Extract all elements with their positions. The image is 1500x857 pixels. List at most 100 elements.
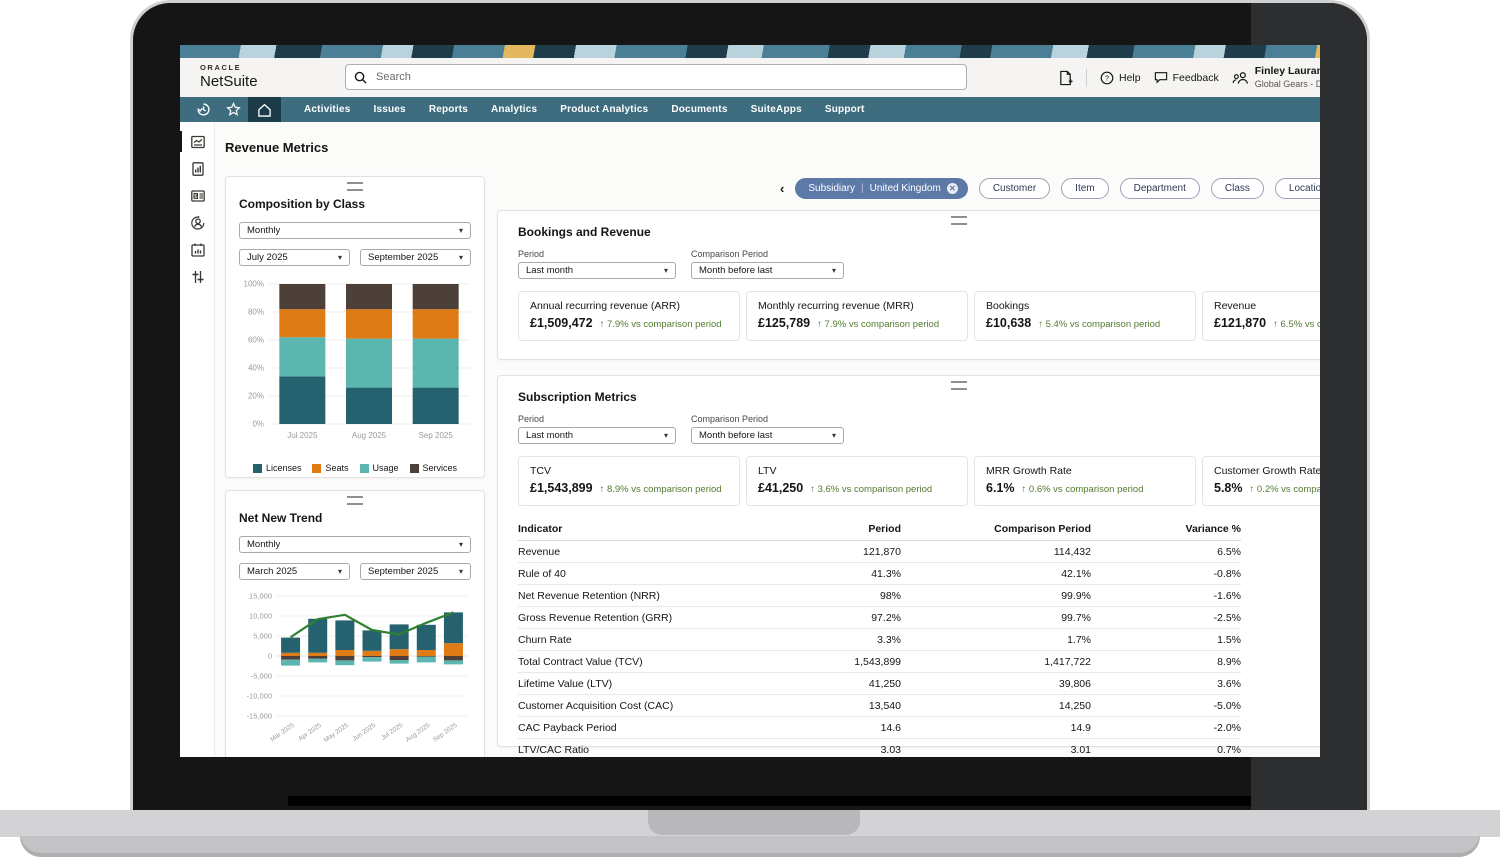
drag-handle[interactable] [951, 216, 967, 225]
comparison-period-select[interactable]: Month before last▾ [691, 262, 844, 279]
period-select[interactable]: Last month▾ [518, 262, 676, 279]
tab-suiteapps[interactable]: SuiteApps [751, 104, 802, 115]
filter-chip-location[interactable]: Location [1275, 178, 1320, 199]
new-document-icon[interactable] [1058, 70, 1073, 86]
history-icon[interactable] [188, 97, 218, 122]
dashboard-icon[interactable] [180, 128, 215, 155]
kpi-value: £125,789 [758, 316, 810, 330]
table-row: LTV/CAC Ratio3.033.010.7% [518, 739, 1241, 758]
filter-chip-subsidiary[interactable]: Subsidiary | United Kingdom ✕ [795, 178, 967, 199]
period-select[interactable]: Last month▾ [518, 427, 676, 444]
svg-text:Sep 2025: Sep 2025 [432, 722, 459, 744]
svg-text:-15,000: -15,000 [247, 712, 272, 721]
chart-report-icon[interactable] [180, 155, 215, 182]
interval-select[interactable]: Monthly▾ [239, 222, 471, 239]
chevron-down-icon: ▾ [459, 540, 463, 549]
filter-chip-class[interactable]: Class [1211, 178, 1264, 199]
kpi-value: £10,638 [986, 316, 1031, 330]
kpi-card: MRR Growth Rate6.1%↑ 0.6% vs comparison … [974, 456, 1196, 506]
customer-sync-icon[interactable] [180, 209, 215, 236]
filter-chip-customer[interactable]: Customer [979, 178, 1050, 199]
period-label: Period [518, 414, 676, 424]
drag-handle[interactable] [951, 381, 967, 390]
table-cell: Revenue [518, 541, 736, 563]
laptop-notch [648, 810, 860, 835]
laptop-hinge [288, 796, 1288, 806]
tab-product-analytics[interactable]: Product Analytics [560, 104, 648, 115]
filter-chip-item[interactable]: Item [1061, 178, 1108, 199]
interval-select[interactable]: Monthly▾ [239, 536, 471, 553]
column-header: Comparison Period [901, 519, 1091, 541]
chevron-down-icon: ▾ [664, 266, 668, 275]
svg-text:$: $ [194, 193, 197, 199]
billing-panel-icon[interactable]: $ [180, 182, 215, 209]
svg-text:15,000: 15,000 [249, 592, 272, 601]
help-button[interactable]: ? Help [1100, 71, 1141, 85]
table-cell: 0.7% [1091, 739, 1241, 758]
table-cell: 99.7% [901, 607, 1091, 629]
kpi-label: MRR Growth Rate [986, 465, 1184, 477]
table-row: CAC Payback Period14.614.9-2.0% [518, 717, 1241, 739]
up-arrow-icon: ↑ [817, 319, 822, 330]
table-cell: 1.7% [901, 629, 1091, 651]
subscription-metrics-table: IndicatorPeriodComparison PeriodVariance… [518, 519, 1241, 757]
search-field[interactable] [374, 70, 958, 84]
feedback-button[interactable]: Feedback [1154, 71, 1219, 84]
tab-documents[interactable]: Documents [671, 104, 727, 115]
from-month-select[interactable]: July 2025▾ [239, 249, 350, 266]
drag-handle[interactable] [347, 182, 363, 191]
up-arrow-icon: ↑ [1022, 484, 1027, 495]
tab-reports[interactable]: Reports [429, 104, 468, 115]
tab-support[interactable]: Support [825, 104, 865, 115]
svg-text:Sep 2025: Sep 2025 [419, 431, 454, 440]
kpi-card: Revenue£121,870↑ 6.5% vs comparison peri… [1202, 291, 1320, 341]
kpi-delta: ↑ 7.9% vs comparison period [600, 319, 722, 330]
kpi-delta: ↑ 7.9% vs comparison period [817, 319, 939, 330]
svg-text:Apr 2025: Apr 2025 [297, 722, 323, 743]
to-month-select[interactable]: September 2025▾ [360, 563, 471, 580]
search-input[interactable] [345, 64, 967, 90]
bookings-and-revenue-panel: Bookings and Revenue Period Last month▾ … [497, 210, 1320, 360]
user-org: Global Gears - DB [1255, 79, 1320, 90]
kpi-card: Annual recurring revenue (ARR)£1,509,472… [518, 291, 740, 341]
remove-filter-icon[interactable]: ✕ [947, 183, 958, 194]
tab-issues[interactable]: Issues [373, 104, 405, 115]
chevron-left-icon[interactable]: ‹ [780, 182, 784, 195]
column-header: Period [736, 519, 901, 541]
kpi-delta: ↑ 0.2% vs comparison period [1250, 484, 1321, 495]
table-cell: 41.3% [736, 563, 901, 585]
filter-sliders-icon[interactable] [180, 263, 215, 290]
from-month-select[interactable]: March 2025▾ [239, 563, 350, 580]
up-arrow-icon: ↑ [810, 484, 815, 495]
svg-text:Mar 2025: Mar 2025 [269, 722, 296, 744]
search-icon [354, 71, 367, 84]
calendar-chart-icon[interactable] [180, 236, 215, 263]
kpi-delta: ↑ 5.4% vs comparison period [1038, 319, 1160, 330]
laptop-bottom-edge [20, 836, 1480, 857]
kpi-delta: ↑ 8.9% vs comparison period [600, 484, 722, 495]
svg-text:10,000: 10,000 [249, 612, 272, 621]
tab-analytics[interactable]: Analytics [491, 104, 537, 115]
svg-text:Jul 2025: Jul 2025 [287, 431, 318, 440]
user-menu[interactable]: Finley Laurant Global Gears - DB [1232, 65, 1320, 89]
tab-activities[interactable]: Activities [304, 104, 350, 115]
star-icon[interactable] [218, 97, 248, 122]
legend-swatch [253, 464, 262, 473]
legend-item: Licenses [253, 463, 302, 473]
kpi-label: LTV [758, 465, 956, 477]
to-month-select[interactable]: September 2025▾ [360, 249, 471, 266]
chevron-down-icon: ▾ [832, 266, 836, 275]
kpi-value: £121,870 [1214, 316, 1266, 330]
svg-text:May 2025: May 2025 [323, 722, 351, 744]
table-row: Net Revenue Retention (NRR)98%99.9%-1.6% [518, 585, 1241, 607]
kpi-value: 6.1% [986, 481, 1015, 495]
table-cell: -0.8% [1091, 563, 1241, 585]
filter-chip-department[interactable]: Department [1120, 178, 1200, 199]
panel-title: Net New Trend [239, 511, 471, 525]
table-cell: 14.9 [901, 717, 1091, 739]
comparison-period-select[interactable]: Month before last▾ [691, 427, 844, 444]
drag-handle[interactable] [347, 496, 363, 505]
table-cell: Customer Acquisition Cost (CAC) [518, 695, 736, 717]
comparison-period-label: Comparison Period [691, 249, 844, 259]
home-icon[interactable] [248, 97, 281, 122]
